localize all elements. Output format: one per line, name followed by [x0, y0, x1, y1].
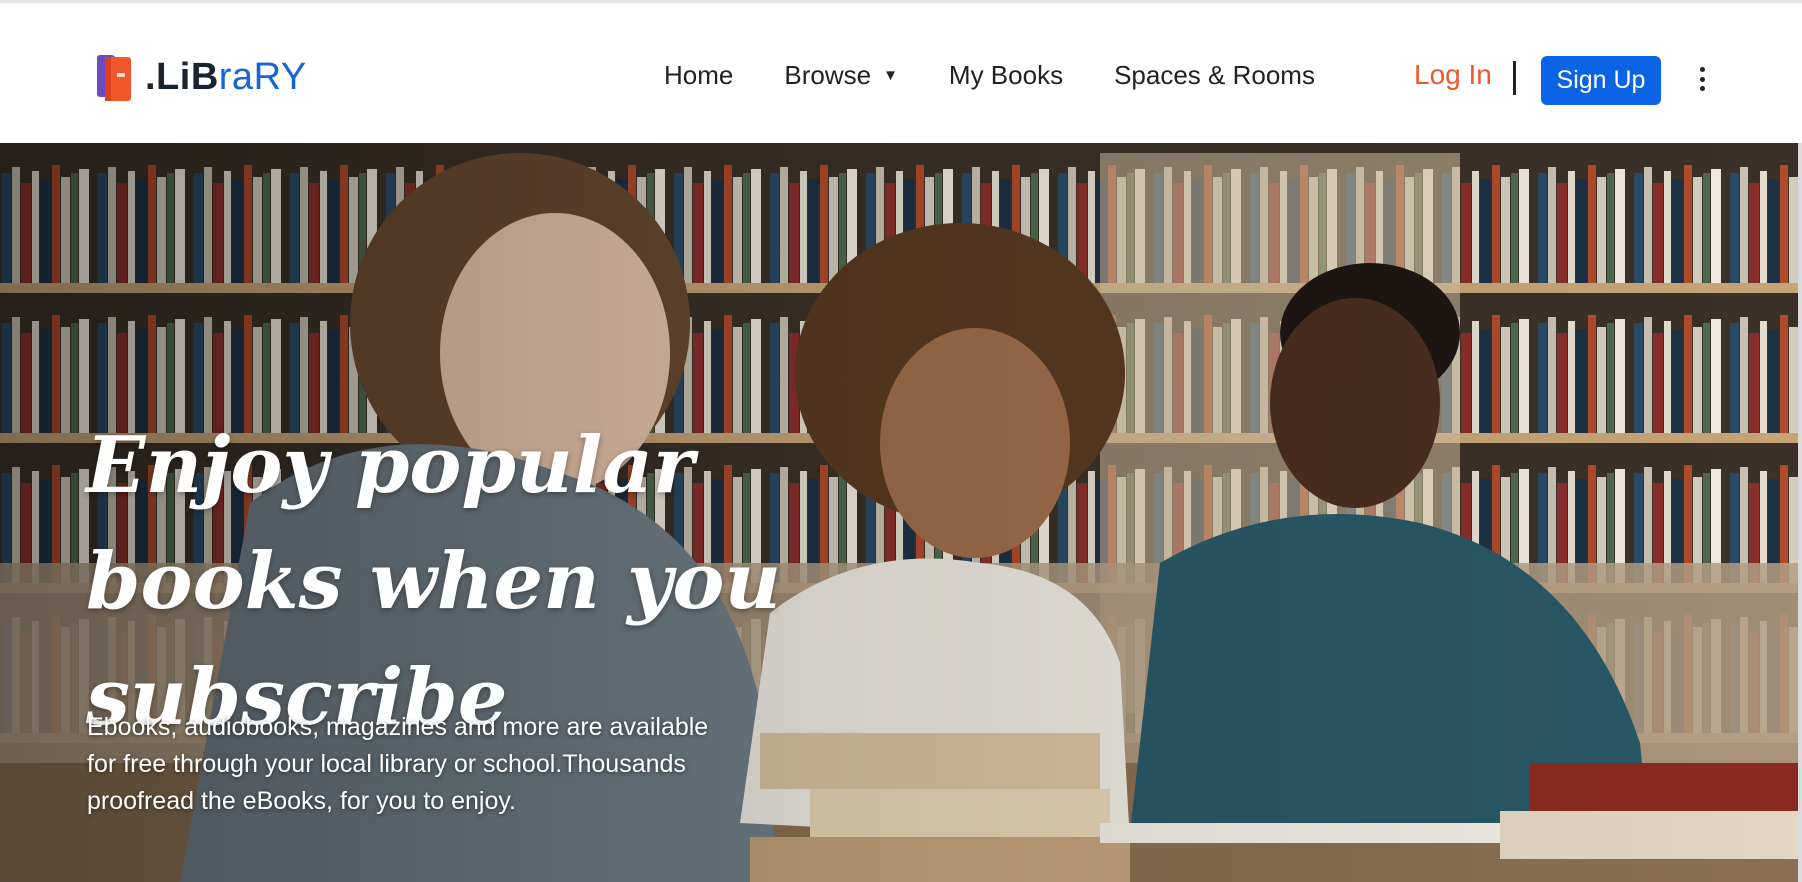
- nav-divider: [1513, 61, 1516, 95]
- hero-banner: Enjoy popular books when you subscribe E…: [0, 143, 1798, 882]
- nav-browse[interactable]: Browse ▼: [784, 60, 898, 91]
- nav-home[interactable]: Home: [664, 60, 733, 91]
- main-nav: Home Browse ▼ My Books Spaces & Rooms: [664, 55, 1366, 95]
- scrollbar-track[interactable]: [1798, 143, 1802, 882]
- hero-title: Enjoy popular books when you subscribe: [86, 408, 986, 756]
- nav-spaces-rooms[interactable]: Spaces & Rooms: [1114, 60, 1315, 91]
- signup-button[interactable]: Sign Up: [1541, 56, 1661, 105]
- books-icon: [95, 51, 141, 103]
- logo[interactable]: .Li BraRY: [95, 49, 307, 105]
- kebab-menu-icon[interactable]: [1690, 61, 1714, 97]
- navbar: .Li BraRY Home Browse ▼ My Books Spaces & …: [0, 3, 1802, 143]
- hero-title-line1: Enjoy popular: [86, 420, 694, 511]
- caret-down-icon[interactable]: ▼: [883, 67, 898, 84]
- hero-description: Ebooks, audiobooks, magazines and more a…: [87, 713, 709, 815]
- logo-text: .Li BraRY: [145, 55, 307, 98]
- login-link[interactable]: Log In: [1414, 59, 1492, 91]
- nav-my-books[interactable]: My Books: [949, 60, 1063, 91]
